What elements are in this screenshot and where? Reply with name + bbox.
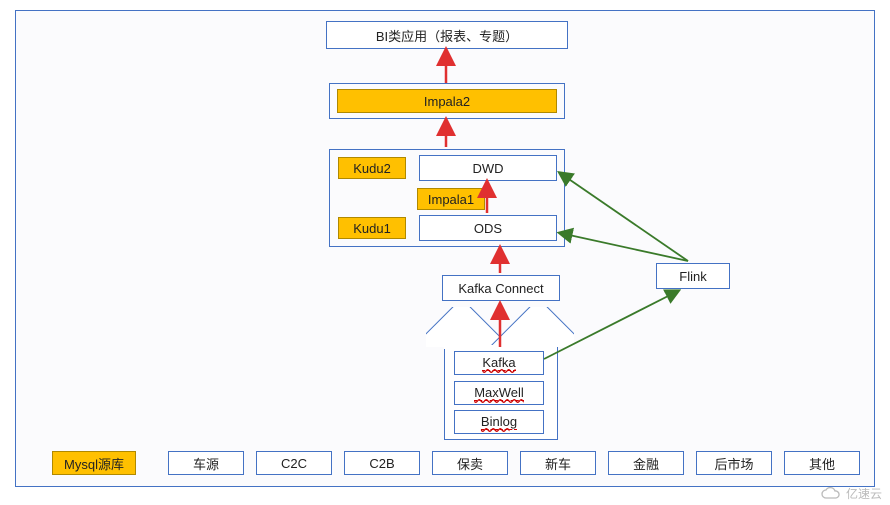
bi-app-box: BI类应用（报表、专题）: [326, 21, 568, 49]
mysql-source-box: Mysql源库: [52, 451, 136, 475]
source-label-3: 保卖: [457, 454, 483, 473]
impala2-label: Impala2: [424, 94, 470, 109]
source-label-6: 后市场: [714, 454, 753, 473]
source-box-3: 保卖: [432, 451, 508, 475]
flink-box: Flink: [656, 263, 730, 289]
watermark-label: 亿速云: [846, 485, 882, 502]
kafka-box: Kafka: [454, 351, 544, 375]
cloud-icon: [820, 487, 842, 501]
impala2-box: Impala2: [337, 89, 557, 113]
ods-label: ODS: [474, 221, 502, 236]
kafka-connect-label: Kafka Connect: [458, 281, 543, 296]
ods-box: ODS: [419, 215, 557, 241]
diagram-frame: BI类应用（报表、专题） Impala2 Kudu2 DWD Impala1 K…: [15, 10, 875, 487]
source-box-4: 新车: [520, 451, 596, 475]
maxwell-label: MaxWell: [474, 385, 524, 401]
kudu2-box: Kudu2: [338, 157, 406, 179]
kudu1-label: Kudu1: [353, 221, 391, 236]
source-label-0: 车源: [193, 454, 219, 473]
kudu1-box: Kudu1: [338, 217, 406, 239]
dwd-box: DWD: [419, 155, 557, 181]
dwd-label: DWD: [472, 161, 503, 176]
kudu2-label: Kudu2: [353, 161, 391, 176]
kafka-connect-box: Kafka Connect: [442, 275, 560, 301]
impala1-label: Impala1: [428, 192, 474, 207]
source-label-2: C2B: [369, 456, 394, 471]
source-box-2: C2B: [344, 451, 420, 475]
source-label-5: 金融: [633, 454, 659, 473]
source-box-1: C2C: [256, 451, 332, 475]
source-label-7: 其他: [809, 454, 835, 473]
source-label-4: 新车: [545, 454, 571, 473]
mysql-source-label: Mysql源库: [64, 454, 124, 473]
binlog-box: Binlog: [454, 410, 544, 434]
source-box-5: 金融: [608, 451, 684, 475]
kafka-label: Kafka: [482, 355, 515, 371]
flink-label: Flink: [679, 269, 706, 284]
source-box-7: 其他: [784, 451, 860, 475]
binlog-label: Binlog: [481, 414, 517, 430]
maxwell-box: MaxWell: [454, 381, 544, 405]
impala1-box: Impala1: [417, 188, 485, 210]
bi-app-label: BI类应用（报表、专题）: [376, 26, 518, 45]
watermark: 亿速云: [820, 485, 882, 502]
source-box-6: 后市场: [696, 451, 772, 475]
source-label-1: C2C: [281, 456, 307, 471]
source-box-0: 车源: [168, 451, 244, 475]
